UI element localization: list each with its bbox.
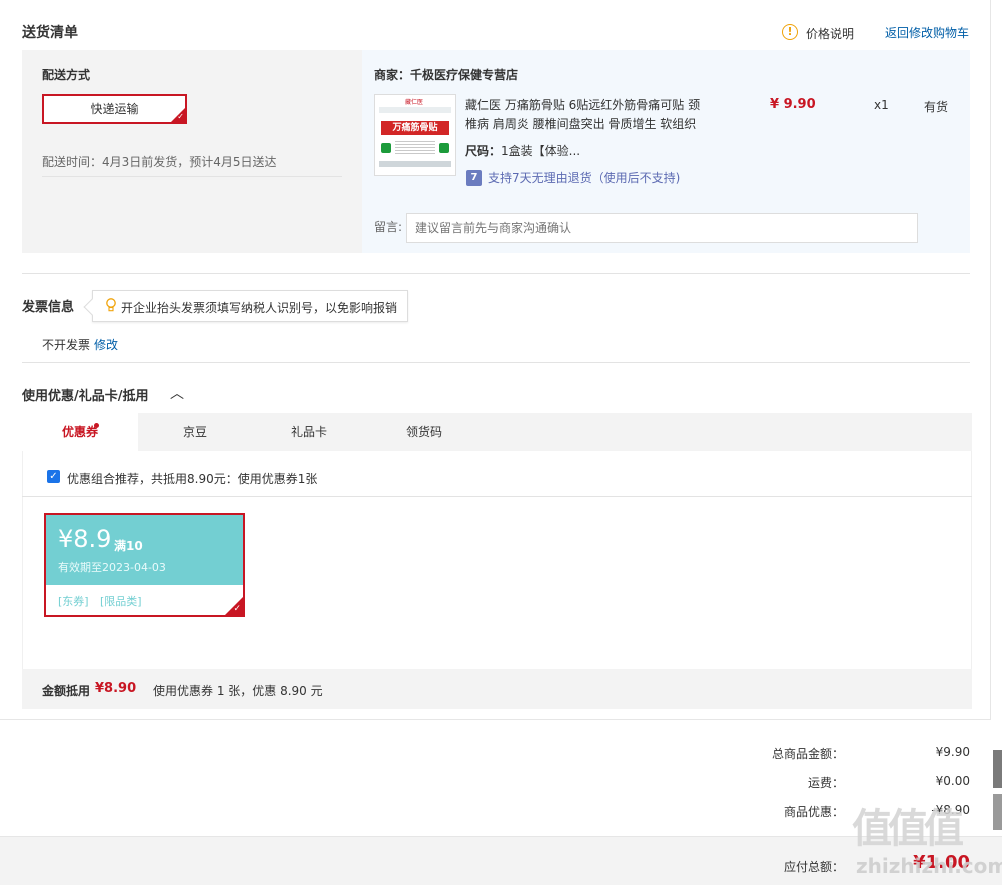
message-input[interactable] bbox=[406, 213, 918, 243]
coupon-tag-jd: [东券] bbox=[58, 595, 89, 608]
tab-label: 京豆 bbox=[182, 425, 207, 439]
discount-summary-detail: 使用优惠券 1 张，优惠 8.90 元 bbox=[153, 684, 323, 698]
product-image-text-lines bbox=[395, 141, 435, 155]
tab-jingdou[interactable]: 京豆 bbox=[138, 413, 252, 451]
tab-label: 领货码 bbox=[405, 425, 442, 439]
check-icon: ✓ bbox=[177, 112, 184, 121]
discount-section-title: 使用优惠/礼品卡/抵用 bbox=[22, 389, 149, 404]
shipping-option-express[interactable]: 快递运输 ✓ bbox=[42, 94, 187, 124]
watermark-site: zhizhizhi.com bbox=[856, 854, 1002, 878]
delivery-section-title: 送货清单 bbox=[22, 25, 78, 41]
product-image-brand: 藏仁医 bbox=[405, 99, 424, 106]
size-value: 1盒装【体验... bbox=[501, 144, 581, 158]
delivery-time: 配送时间：4月3日前发货，预计4月5日送达 bbox=[42, 155, 277, 169]
warning-icon: ! bbox=[782, 24, 798, 40]
watermark-logo: 值值值 bbox=[852, 806, 964, 852]
tab-coupon[interactable]: 优惠券 bbox=[22, 413, 138, 451]
back-to-cart-link[interactable]: 返回修改购物车 bbox=[885, 24, 969, 41]
product-image-badge bbox=[439, 143, 449, 153]
invoice-tip-tooltip: 开企业抬头发票须填写纳税人识别号，以免影响报销 bbox=[83, 290, 408, 322]
goods-total-value: ¥9.90 bbox=[935, 745, 970, 759]
price-note-link[interactable]: 价格说明 bbox=[806, 25, 854, 42]
coupon-tag-category: [限品类] bbox=[100, 595, 142, 608]
payable-label: 应付总额： bbox=[783, 860, 844, 874]
invoice-edit-link[interactable]: 修改 bbox=[94, 336, 118, 353]
coupon-divider bbox=[22, 496, 972, 497]
goods-discount-label: 商品优惠： bbox=[783, 805, 844, 819]
merchant-name: 商家：千极医疗保健专营店 bbox=[374, 68, 519, 82]
collapse-chevron-icon[interactable]: ︿ bbox=[170, 383, 184, 403]
product-image-label: 万痛筋骨贴 bbox=[381, 121, 449, 135]
size-label: 尺码： bbox=[465, 144, 502, 158]
delivery-method-label: 配送方式 bbox=[42, 68, 91, 82]
goods-total-label: 总商品金额： bbox=[771, 747, 844, 761]
delivery-divider bbox=[42, 176, 342, 177]
seven-day-return-icon: 7 bbox=[466, 170, 482, 186]
product-image-footer bbox=[379, 161, 451, 167]
product-size: 尺码：1盒装【体验... bbox=[465, 142, 580, 159]
product-image-badge bbox=[381, 143, 391, 153]
message-label: 留言: bbox=[374, 220, 403, 234]
product-title-line: 椎病 肩周炎 腰椎间盘突出 骨质增生 软组织 bbox=[465, 117, 697, 131]
tab-label: 礼品卡 bbox=[290, 425, 327, 439]
shipping-option-label: 快递运输 bbox=[90, 102, 139, 116]
side-service-tab[interactable] bbox=[993, 794, 1002, 830]
product-title-link[interactable]: 藏仁医 万痛筋骨贴 6贴远红外筋骨痛可贴 颈 椎病 肩周炎 腰椎间盘突出 骨质增… bbox=[465, 96, 710, 134]
invoice-status: 不开发票 bbox=[42, 338, 91, 352]
tab-label: 优惠券 bbox=[61, 425, 98, 439]
discount-summary-label: 金额抵用 bbox=[42, 684, 91, 698]
new-indicator-dot bbox=[94, 423, 99, 428]
coupon-card[interactable]: ¥8.9 满10 有效期至2023-04-03 [东券] [限品类] ✓ bbox=[44, 513, 245, 617]
coupon-condition: 满10 bbox=[114, 539, 143, 553]
coupon-validity: 有效期至2023-04-03 bbox=[58, 561, 166, 574]
discount-summary-amount: ¥8.90 bbox=[95, 681, 137, 696]
product-qty: x1 bbox=[874, 98, 889, 112]
check-icon: ✓ bbox=[233, 604, 241, 614]
section-divider bbox=[22, 362, 970, 363]
recommend-checkbox[interactable]: ✓ bbox=[47, 470, 60, 483]
product-price: ¥ 9.90 bbox=[770, 97, 816, 112]
product-image-header bbox=[379, 107, 451, 113]
coupon-card-header: ¥8.9 满10 有效期至2023-04-03 bbox=[46, 515, 243, 585]
shipping-fee-label: 运费： bbox=[807, 776, 844, 790]
invoice-tip-text: 开企业抬头发票须填写纳税人识别号，以免影响报销 bbox=[121, 301, 398, 315]
stock-status: 有货 bbox=[924, 100, 949, 114]
section-divider bbox=[22, 273, 970, 274]
lightbulb-icon bbox=[106, 298, 116, 312]
coupon-amount: ¥8.9 bbox=[58, 525, 112, 553]
product-title-line: 藏仁医 万痛筋骨贴 6贴远红外筋骨痛可贴 颈 bbox=[465, 98, 701, 112]
side-feedback-tab[interactable] bbox=[993, 750, 1002, 788]
product-image[interactable]: 万痛筋骨贴 藏仁医 bbox=[374, 94, 456, 176]
shipping-fee-value: ¥0.00 bbox=[935, 774, 970, 788]
tab-gift-card[interactable]: 礼品卡 bbox=[252, 413, 366, 451]
return-policy: 支持7天无理由退货（使用后不支持) bbox=[488, 171, 681, 185]
recommend-text: 优惠组合推荐，共抵用8.90元：使用优惠券1张 bbox=[67, 472, 318, 486]
invoice-section-title: 发票信息 bbox=[22, 300, 75, 315]
tab-pickup-code[interactable]: 领货码 bbox=[366, 413, 482, 451]
